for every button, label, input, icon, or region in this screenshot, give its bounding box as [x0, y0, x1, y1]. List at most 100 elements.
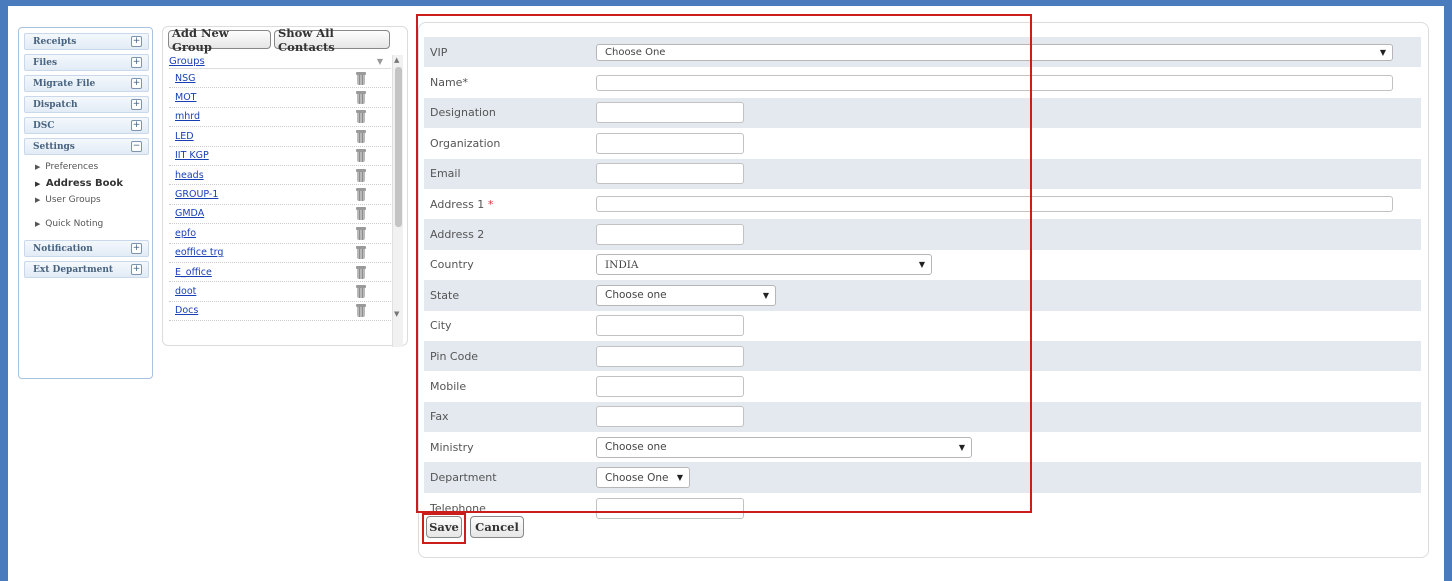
expand-icon[interactable]: + [131, 36, 142, 47]
expand-icon[interactable]: + [131, 243, 142, 254]
sidebar-item-label: User Groups [45, 195, 101, 205]
group-link[interactable]: mhrd [175, 111, 200, 122]
address2-field[interactable] [596, 224, 744, 246]
sidebar-section-notification[interactable]: Notification + [24, 240, 149, 257]
sidebar-item-quick-noting[interactable]: ▶ Quick Noting [19, 216, 152, 232]
form-row-pincode: Pin Code [424, 340, 1421, 372]
expand-icon[interactable]: + [131, 120, 142, 131]
list-item: heads [169, 166, 391, 186]
list-item: GROUP-1 [169, 185, 391, 205]
ministry-select[interactable]: Choose one ▼ [596, 436, 972, 458]
sidebar-section-ext-department[interactable]: Ext Department + [24, 261, 149, 278]
group-link[interactable]: doot [175, 286, 196, 297]
state-label: State [430, 288, 460, 302]
sidebar-section-label: Settings [33, 141, 75, 152]
telephone-field[interactable] [596, 497, 744, 519]
form-row-vip: VIP Choose One ▼ [424, 37, 1421, 68]
trash-icon[interactable] [356, 207, 366, 221]
trash-icon[interactable] [356, 110, 366, 124]
country-select[interactable]: INDIA ▼ [596, 254, 932, 276]
email-field[interactable] [596, 163, 744, 185]
sidebar-section-migrate-file[interactable]: Migrate File + [24, 75, 149, 92]
expand-icon[interactable]: + [131, 99, 142, 110]
name-field[interactable] [596, 74, 1393, 91]
scroll-thumb[interactable] [395, 67, 402, 227]
list-item: IIT KGP [169, 147, 391, 166]
designation-field[interactable] [596, 102, 744, 124]
sidebar-section-files[interactable]: Files + [24, 54, 149, 71]
organization-field[interactable] [596, 132, 744, 154]
contact-form: VIP Choose One ▼ Name* Designation Organi… [424, 37, 1421, 523]
trash-icon[interactable] [356, 91, 366, 105]
group-link[interactable]: eoffice trg [175, 247, 223, 258]
form-row-email: Email [424, 158, 1421, 189]
form-row-telephone: Telephone [424, 493, 1421, 523]
pincode-field[interactable] [596, 345, 744, 367]
vip-select[interactable]: Choose One ▼ [596, 43, 1393, 61]
scroll-up-icon[interactable]: ▲ [394, 56, 399, 64]
state-select[interactable]: Choose one ▼ [596, 284, 776, 306]
save-button[interactable]: Save [426, 516, 462, 538]
trash-icon[interactable] [356, 149, 366, 163]
mobile-field[interactable] [596, 375, 744, 397]
list-item: Docs [169, 302, 391, 322]
add-new-group-button[interactable]: Add New Group [168, 26, 271, 54]
trash-icon[interactable] [356, 188, 366, 202]
sidebar-item-user-groups[interactable]: ▶ User Groups [19, 192, 152, 208]
sidebar-section-settings[interactable]: Settings − [24, 138, 149, 155]
group-link[interactable]: NSG [175, 73, 196, 84]
group-link[interactable]: epfo [175, 228, 196, 239]
list-item: E_office [169, 263, 391, 283]
trash-icon[interactable] [356, 168, 366, 182]
sidebar-item-address-book[interactable]: ▶ Address Book [19, 175, 152, 192]
list-item: LED [169, 127, 391, 147]
group-link[interactable]: heads [175, 170, 204, 181]
vip-label: VIP [430, 45, 448, 59]
expand-icon[interactable]: + [131, 78, 142, 89]
trash-icon[interactable] [356, 71, 366, 85]
show-all-contacts-button[interactable]: Show All Contacts [274, 26, 390, 54]
chevron-right-icon: ▶ [35, 180, 41, 188]
trash-icon[interactable] [356, 129, 366, 143]
country-label: Country [430, 258, 474, 272]
department-select[interactable]: Choose One ▼ [596, 467, 690, 489]
form-row-mobile: Mobile [424, 371, 1421, 401]
sidebar-section-dsc[interactable]: DSC + [24, 117, 149, 134]
groups-column-header[interactable]: Groups ▼ [169, 55, 391, 69]
group-link[interactable]: Docs [175, 305, 198, 316]
group-link[interactable]: MOT [175, 92, 196, 103]
list-item: GMDA [169, 205, 391, 225]
sidebar-item-preferences[interactable]: ▶ Preferences [19, 159, 152, 175]
chevron-down-icon: ▼ [762, 290, 769, 300]
sidebar-section-dispatch[interactable]: Dispatch + [24, 96, 149, 113]
list-item: doot [169, 282, 391, 302]
group-link[interactable]: GMDA [175, 208, 204, 219]
chevron-right-icon: ▶ [35, 220, 41, 228]
groups-scrollbar[interactable]: ▲ ▼ [392, 55, 403, 347]
group-link[interactable]: LED [175, 131, 194, 142]
trash-icon[interactable] [356, 226, 366, 240]
form-row-address1: Address 1 * [424, 189, 1421, 219]
sidebar-section-receipts[interactable]: Receipts + [24, 33, 149, 50]
groups-header-link[interactable]: Groups [169, 56, 205, 67]
scroll-down-icon[interactable]: ▼ [394, 310, 399, 318]
trash-icon[interactable] [356, 246, 366, 260]
collapse-icon[interactable]: − [131, 141, 142, 152]
pincode-label: Pin Code [430, 349, 479, 363]
group-link[interactable]: GROUP-1 [175, 189, 218, 200]
trash-icon[interactable] [356, 265, 366, 279]
sidebar-section-label: Notification [33, 243, 93, 254]
expand-icon[interactable]: + [131, 57, 142, 68]
group-link[interactable]: E_office [175, 267, 212, 278]
sidebar-section-label: Ext Department [33, 264, 114, 275]
address1-field[interactable] [596, 196, 1393, 213]
trash-icon[interactable] [356, 284, 366, 298]
department-label: Department [430, 471, 497, 485]
city-field[interactable] [596, 315, 744, 337]
cancel-button[interactable]: Cancel [470, 516, 524, 538]
expand-icon[interactable]: + [131, 264, 142, 275]
sort-icon[interactable]: ▼ [377, 57, 383, 66]
trash-icon[interactable] [356, 304, 366, 318]
group-link[interactable]: IIT KGP [175, 150, 209, 161]
fax-field[interactable] [596, 406, 744, 428]
